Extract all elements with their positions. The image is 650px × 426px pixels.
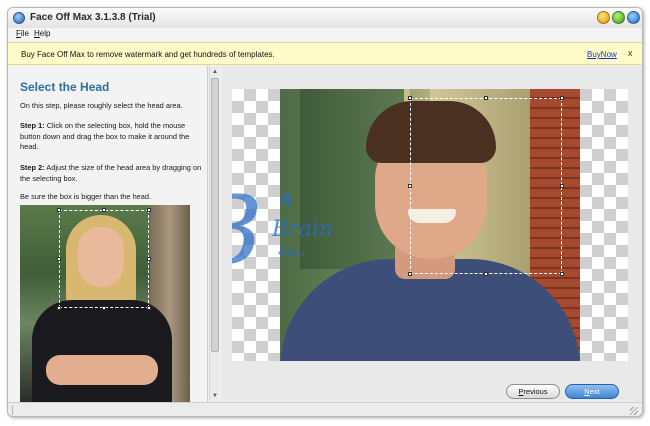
resize-handle[interactable] bbox=[408, 184, 412, 188]
minimize-icon[interactable] bbox=[597, 11, 610, 24]
step-2-text: Step 2: Adjust the size of the head area… bbox=[20, 163, 202, 184]
title-bar[interactable]: Face Off Max 3.1.3.8 (Trial) bbox=[8, 8, 642, 28]
step-1-body: Click on the selecting box, hold the mou… bbox=[20, 121, 190, 152]
banner-message: Buy Face Off Max to remove watermark and… bbox=[21, 50, 275, 59]
banner-close-icon[interactable]: x bbox=[628, 48, 633, 58]
instructions-scrollbar[interactable]: ▲ ▼ bbox=[209, 66, 219, 402]
resize-handle[interactable] bbox=[560, 184, 564, 188]
step-1-text: Step 1: Click on the selecting box, hold… bbox=[20, 121, 202, 153]
resize-handle[interactable] bbox=[408, 96, 412, 100]
example-photo bbox=[20, 205, 190, 402]
menu-help[interactable]: Help bbox=[34, 29, 50, 38]
resize-handle[interactable] bbox=[484, 96, 488, 100]
watermark-letter: B bbox=[232, 175, 263, 287]
status-bar bbox=[8, 402, 642, 416]
next-button[interactable]: Next bbox=[565, 384, 619, 399]
watermark-word: Brain bbox=[272, 217, 334, 242]
resize-handle[interactable] bbox=[408, 272, 412, 276]
resize-handle[interactable] bbox=[560, 96, 564, 100]
menu-bar: File Help bbox=[8, 28, 642, 41]
menu-file[interactable]: File bbox=[16, 29, 29, 38]
resize-grip-icon[interactable] bbox=[630, 407, 638, 415]
resize-handle[interactable] bbox=[484, 272, 488, 276]
note-text: Be sure the box is bigger than the head. bbox=[20, 192, 152, 201]
status-divider bbox=[12, 406, 14, 415]
step-title: Select the Head bbox=[20, 80, 110, 94]
close-icon[interactable] bbox=[627, 11, 640, 24]
step-2-label: Step 2: bbox=[20, 163, 45, 172]
buy-now-link[interactable]: BuyNow bbox=[587, 50, 617, 59]
maximize-icon[interactable] bbox=[612, 11, 625, 24]
head-selection-box[interactable] bbox=[408, 96, 564, 276]
editing-canvas[interactable]: B 4 Brain 4You bbox=[232, 89, 628, 361]
scroll-down-icon[interactable]: ▼ bbox=[211, 392, 219, 400]
watermark-sub: 4You bbox=[278, 245, 305, 259]
step-1-label: Step 1: bbox=[20, 121, 45, 130]
window-title: Face Off Max 3.1.3.8 (Trial) bbox=[30, 12, 156, 23]
scroll-thumb[interactable] bbox=[211, 78, 219, 352]
work-area: B 4 Brain 4You Previous Next bbox=[221, 66, 642, 402]
app-logo-icon bbox=[13, 12, 25, 24]
scroll-up-icon[interactable]: ▲ bbox=[211, 68, 219, 76]
previous-button[interactable]: Previous bbox=[506, 384, 560, 399]
instructions-panel: Select the Head On this step, please rou… bbox=[8, 66, 208, 402]
intro-text: On this step, please roughly select the … bbox=[20, 101, 183, 110]
watermark-digit: 4 bbox=[280, 189, 292, 211]
example-selection-box bbox=[57, 208, 151, 310]
trial-banner: Buy Face Off Max to remove watermark and… bbox=[8, 42, 642, 65]
trial-watermark: B 4 Brain 4You bbox=[232, 175, 392, 287]
step-2-body: Adjust the size of the head area by drag… bbox=[20, 163, 202, 183]
app-window: Face Off Max 3.1.3.8 (Trial) File Help B… bbox=[7, 7, 643, 417]
resize-handle[interactable] bbox=[560, 272, 564, 276]
